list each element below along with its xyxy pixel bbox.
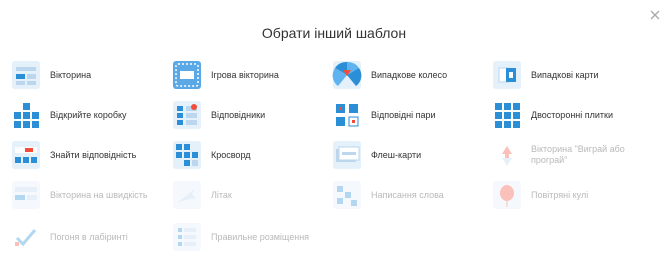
random-wheel-icon (332, 60, 362, 90)
matching-pairs-icon (332, 100, 362, 130)
template-label: Флеш-карти (371, 149, 422, 160)
template-match-up[interactable]: Відповідники (172, 100, 332, 130)
template-label: Вікторина "Виграй або програй" (531, 144, 625, 165)
open-box-icon (11, 100, 41, 130)
template-flash-cards[interactable]: Флеш-карти (332, 140, 492, 170)
maze-chase-icon (11, 222, 41, 252)
win-or-lose-quiz-icon (492, 140, 522, 170)
speed-quiz-icon (11, 180, 41, 210)
rank-order-icon (172, 222, 202, 252)
template-label: Двосторонні плитки (531, 109, 613, 120)
template-label: Знайти відповідність (50, 149, 137, 160)
template-speed-quiz: Вікторина на швидкість (11, 180, 171, 210)
template-spell-word: Написання слова (332, 180, 492, 210)
template-rank-order: Правильне розміщення (172, 222, 332, 252)
template-maze-chase: Погоня в лабіринті (11, 222, 171, 252)
template-crossword[interactable]: Кросворд (172, 140, 332, 170)
template-label: Випадкове колесо (371, 69, 448, 80)
template-label: Правильне розміщення (211, 231, 310, 242)
template-label: Вікторина (50, 69, 92, 80)
template-find-match[interactable]: Знайти відповідність (11, 140, 171, 170)
crossword-icon (172, 140, 202, 170)
template-gameshow-quiz[interactable]: Ігрова вікторина (172, 60, 332, 90)
template-balloon-pop: Повітряні кулі (492, 180, 652, 210)
spell-word-icon (332, 180, 362, 210)
template-label: Випадкові карти (531, 69, 599, 80)
template-random-cards[interactable]: Випадкові карти (492, 60, 652, 90)
template-label: Відповідні пари (371, 109, 436, 120)
template-airplane: Літак (172, 180, 332, 210)
random-cards-icon (492, 60, 522, 90)
find-match-icon (11, 140, 41, 170)
flip-tiles-icon (492, 100, 522, 130)
template-random-wheel[interactable]: Випадкове колесо (332, 60, 492, 90)
template-quiz[interactable]: Вікторина (11, 60, 171, 90)
balloon-pop-icon (492, 180, 522, 210)
match-up-icon (172, 100, 202, 130)
template-win-or-lose-quiz: Вікторина "Виграй або програй" (492, 140, 652, 170)
template-grid: Вікторина Ігрова вікторина Випадкове кол… (0, 0, 668, 251)
template-label: Вікторина на швидкість (50, 189, 148, 200)
template-label: Кросворд (211, 149, 251, 160)
template-matching-pairs[interactable]: Відповідні пари (332, 100, 492, 130)
quiz-icon (11, 60, 41, 90)
template-open-box[interactable]: Відкрийте коробку (11, 100, 171, 130)
gameshow-quiz-icon (172, 60, 202, 90)
template-label: Повітряні кулі (531, 189, 589, 200)
template-label: Літак (211, 189, 232, 200)
template-label: Написання слова (371, 189, 444, 200)
flash-cards-icon (332, 140, 362, 170)
airplane-icon (172, 180, 202, 210)
template-label: Погоня в лабіринті (50, 231, 128, 242)
template-flip-tiles[interactable]: Двосторонні плитки (492, 100, 652, 130)
template-label: Відповідники (211, 109, 266, 120)
template-label: Відкрийте коробку (50, 109, 127, 120)
template-label: Ігрова вікторина (211, 69, 279, 80)
